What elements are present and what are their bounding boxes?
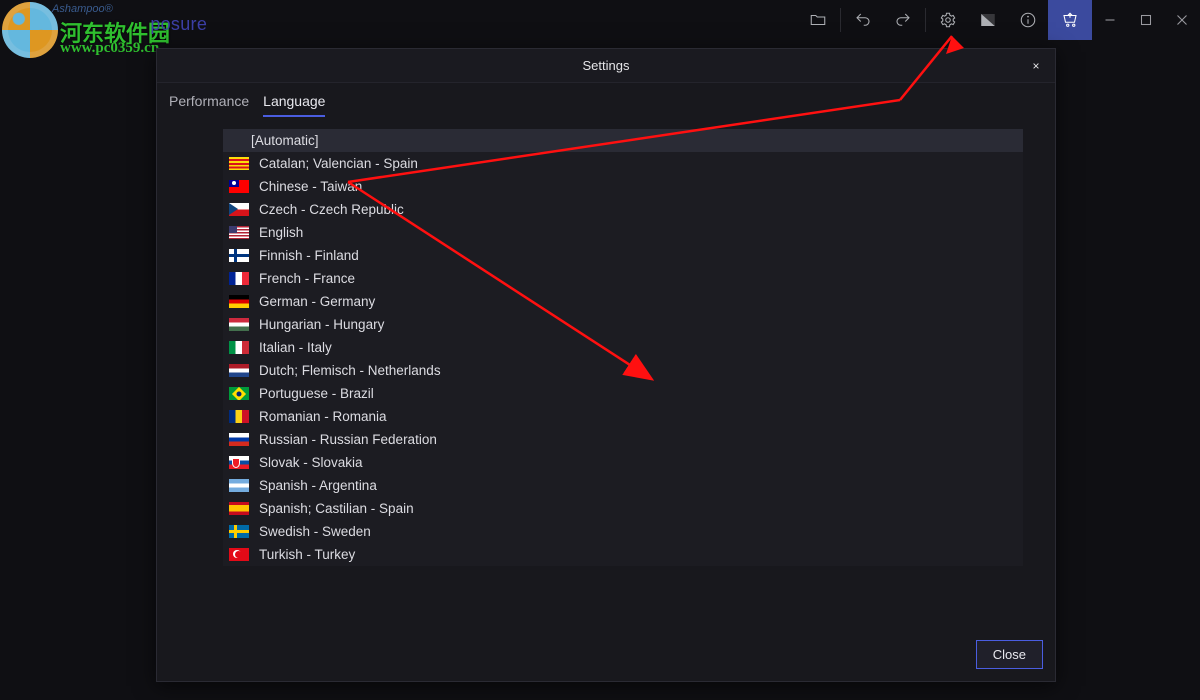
language-label: French - France	[259, 271, 355, 286]
flag-icon	[229, 157, 249, 170]
language-item[interactable]: Hungarian - Hungary	[223, 313, 1023, 336]
tab-performance[interactable]: Performance	[169, 93, 249, 117]
toolbar-separator	[925, 8, 926, 32]
language-item[interactable]: Swedish - Sweden	[223, 520, 1023, 543]
flag-icon	[229, 318, 249, 331]
dialog-header: Settings ×	[157, 49, 1055, 83]
compare-button[interactable]	[968, 0, 1008, 40]
language-item[interactable]: Slovak - Slovakia	[223, 451, 1023, 474]
product-title: xxxxxxxxxxxposure	[48, 14, 207, 35]
language-label: Portuguese - Brazil	[259, 386, 374, 401]
info-icon	[1019, 11, 1037, 29]
language-item[interactable]: Dutch; Flemisch - Netherlands	[223, 359, 1023, 382]
flag-icon	[229, 433, 249, 446]
language-label: Catalan; Valencian - Spain	[259, 156, 418, 171]
dialog-close-x[interactable]: ×	[1027, 57, 1045, 75]
language-label: English	[259, 225, 303, 240]
tab-language[interactable]: Language	[263, 93, 325, 117]
cart-button[interactable]	[1048, 0, 1092, 40]
cart-icon	[1061, 11, 1079, 29]
dialog-footer: Close	[157, 628, 1055, 681]
flag-icon	[229, 479, 249, 492]
flag-icon	[229, 295, 249, 308]
undo-icon	[854, 11, 872, 29]
language-item[interactable]: French - France	[223, 267, 1023, 290]
flag-icon	[229, 456, 249, 469]
close-button[interactable]: Close	[976, 640, 1043, 669]
language-label: Hungarian - Hungary	[259, 317, 384, 332]
undo-button[interactable]	[843, 0, 883, 40]
dialog-tabs: Performance Language	[157, 83, 1055, 117]
flag-icon	[229, 249, 249, 262]
language-item[interactable]: Spanish - Argentina	[223, 474, 1023, 497]
flag-icon	[229, 548, 249, 561]
language-label: Czech - Czech Republic	[259, 202, 404, 217]
flag-icon	[229, 525, 249, 538]
language-label: Russian - Russian Federation	[259, 432, 437, 447]
maximize-button[interactable]	[1128, 0, 1164, 40]
language-item[interactable]: Finnish - Finland	[223, 244, 1023, 267]
language-label: [Automatic]	[251, 133, 319, 148]
info-button[interactable]	[1008, 0, 1048, 40]
compare-icon	[979, 11, 997, 29]
language-list: [Automatic] Catalan; Valencian - Spain Ch…	[223, 129, 1023, 566]
language-label: Romanian - Romania	[259, 409, 387, 424]
language-item[interactable]: English	[223, 221, 1023, 244]
toolbar-separator	[840, 8, 841, 32]
language-label: Spanish; Castilian - Spain	[259, 501, 414, 516]
redo-button[interactable]	[883, 0, 923, 40]
dialog-title: Settings	[583, 58, 630, 73]
language-item[interactable]: Portuguese - Brazil	[223, 382, 1023, 405]
redo-icon	[894, 11, 912, 29]
language-label: German - Germany	[259, 294, 375, 309]
maximize-icon	[1137, 11, 1155, 29]
language-label: Dutch; Flemisch - Netherlands	[259, 363, 441, 378]
language-label: Finnish - Finland	[259, 248, 359, 263]
language-label: Slovak - Slovakia	[259, 455, 363, 470]
language-item[interactable]: Chinese - Taiwan	[223, 175, 1023, 198]
close-icon	[1173, 11, 1191, 29]
settings-button[interactable]	[928, 0, 968, 40]
flag-icon	[229, 341, 249, 354]
gear-icon	[939, 11, 957, 29]
language-item[interactable]: Spanish; Castilian - Spain	[223, 497, 1023, 520]
flag-icon	[229, 387, 249, 400]
language-item[interactable]: Romanian - Romania	[223, 405, 1023, 428]
language-item[interactable]: Italian - Italy	[223, 336, 1023, 359]
language-item[interactable]: Turkish - Turkey	[223, 543, 1023, 566]
language-label: Swedish - Sweden	[259, 524, 371, 539]
language-item[interactable]: Russian - Russian Federation	[223, 428, 1023, 451]
language-item[interactable]: German - Germany	[223, 290, 1023, 313]
app-toolbar	[798, 0, 1200, 40]
folder-icon	[809, 11, 827, 29]
flag-icon	[229, 180, 249, 193]
language-item[interactable]: Catalan; Valencian - Spain	[223, 152, 1023, 175]
language-item[interactable]: Czech - Czech Republic	[223, 198, 1023, 221]
language-label: Chinese - Taiwan	[259, 179, 362, 194]
flag-icon	[229, 410, 249, 423]
settings-dialog: Settings × Performance Language [Automat…	[156, 48, 1056, 682]
flag-icon	[229, 203, 249, 216]
minimize-icon	[1101, 11, 1119, 29]
open-folder-button[interactable]	[798, 0, 838, 40]
flag-icon	[229, 502, 249, 515]
language-automatic[interactable]: [Automatic]	[223, 129, 1023, 152]
window-close-button[interactable]	[1164, 0, 1200, 40]
flag-icon	[229, 364, 249, 377]
minimize-button[interactable]	[1092, 0, 1128, 40]
language-label: Italian - Italy	[259, 340, 332, 355]
site-url: www.pc0359.cn	[60, 40, 159, 57]
language-label: Turkish - Turkey	[259, 547, 355, 562]
language-label: Spanish - Argentina	[259, 478, 377, 493]
flag-icon	[229, 226, 249, 239]
flag-icon	[229, 272, 249, 285]
